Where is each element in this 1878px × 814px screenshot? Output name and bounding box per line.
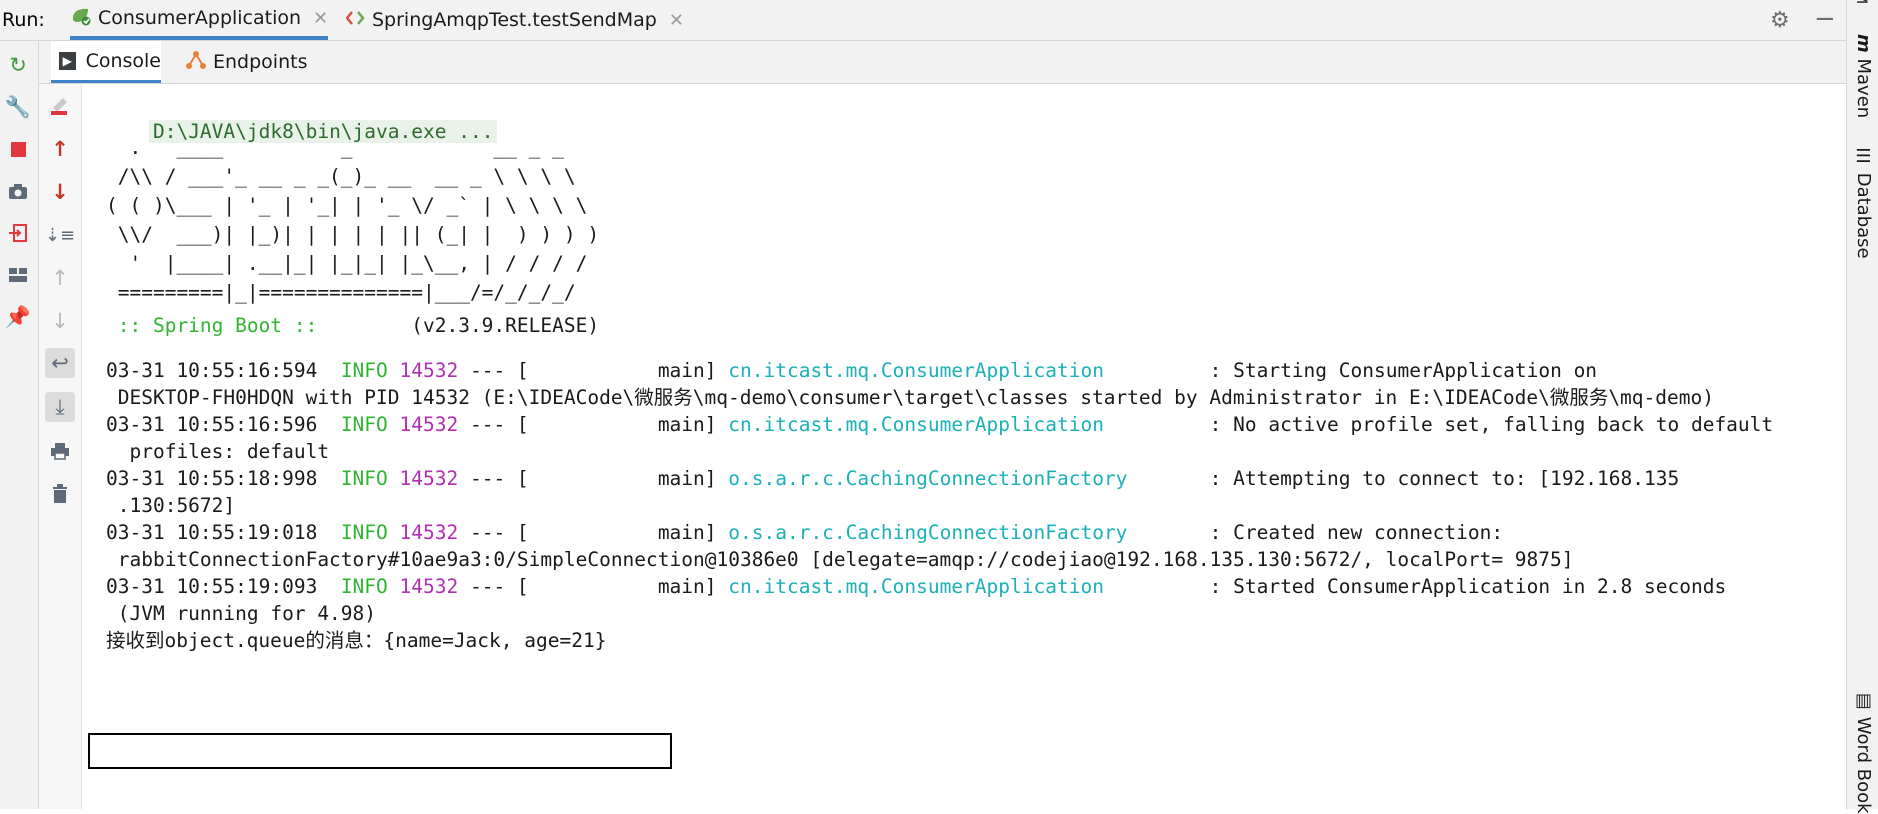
pin-icon[interactable]: 📌 xyxy=(4,303,32,331)
log-thread: --- [ main] xyxy=(458,467,729,490)
wrench-icon[interactable]: 🔧 xyxy=(4,93,32,121)
banner-line: ( ( )\___ | '_ | '_| | '_ \/ _` | \ \ \ … xyxy=(106,194,588,217)
database-label: Database xyxy=(1853,172,1874,259)
log-pad xyxy=(1127,467,1209,490)
tab-consumer-application[interactable]: ConsumerApplication ✕ xyxy=(70,0,329,40)
tab-label: SpringAmqpTest.testSendMap xyxy=(372,9,657,31)
log-message: : Created new connection: xyxy=(1209,521,1504,544)
close-icon[interactable]: ✕ xyxy=(313,8,328,29)
clear-icon[interactable] xyxy=(45,90,75,120)
log-pid: 14532 xyxy=(399,467,459,490)
log-level: INFO xyxy=(340,521,388,544)
soft-wrap-icon[interactable]: ↩ xyxy=(45,348,75,378)
run-label: Run: xyxy=(2,9,45,31)
log-thread: --- [ main] xyxy=(458,413,729,436)
maven-tab[interactable]: m Maven xyxy=(1853,34,1874,118)
log-pad xyxy=(1104,413,1210,436)
tab-label: ConsumerApplication xyxy=(98,7,302,29)
tab-endpoints-label: Endpoints xyxy=(213,51,308,73)
log-pid: 14532 xyxy=(399,575,459,598)
log-pid: 14532 xyxy=(399,521,459,544)
log-thread: --- [ main] xyxy=(458,359,729,382)
tab-console-label: Console xyxy=(85,49,161,72)
maven-icon: m xyxy=(1853,34,1874,53)
arrow-down-icon[interactable]: ↓ xyxy=(45,177,75,207)
run-tool-window-header: Run: ConsumerApplication ✕ SpringAmqpTes… xyxy=(0,0,1846,41)
log-logger: cn.itcast.mq.ConsumerApplication xyxy=(728,575,1104,598)
log-logger: cn.itcast.mq.ConsumerApplication xyxy=(728,413,1104,436)
log-level: INFO xyxy=(340,359,388,382)
print-icon[interactable] xyxy=(45,436,75,466)
log-pad xyxy=(1127,521,1209,544)
scroll-to-end-icon[interactable]: ⤓ xyxy=(45,392,75,422)
log-message: : No active profile set, falling back to… xyxy=(1209,413,1774,436)
spring-boot-icon xyxy=(70,6,92,31)
strip-top-icon: M xyxy=(1853,0,1869,4)
settings-icon[interactable]: ⚙ xyxy=(1770,8,1790,33)
log-logger: o.s.a.r.c.CachingConnectionFactory xyxy=(728,521,1128,544)
banner-line: =========|_|==============|___/=/_/_/_/ xyxy=(106,281,576,304)
trash-icon[interactable] xyxy=(45,479,75,509)
log-line: 03-31 10:55:16:596 INFO 14532 --- [ main… xyxy=(106,409,1773,441)
log-logger: cn.itcast.mq.ConsumerApplication xyxy=(728,359,1104,382)
banner-line: . ____ _ __ _ _ xyxy=(106,136,564,159)
minimize-icon[interactable]: − xyxy=(1814,4,1836,34)
log-timestamp: 03-31 10:55:19:093 xyxy=(106,575,318,598)
command-line: D:\JAVA\jdk8\bin\java.exe ... xyxy=(102,84,498,143)
arrow-down-disabled-icon: ↓ xyxy=(51,309,69,333)
endpoints-icon xyxy=(185,50,207,75)
layout-icon[interactable] xyxy=(4,261,32,289)
log-logger: o.s.a.r.c.CachingConnectionFactory xyxy=(728,467,1128,490)
banner-line: \\/ ___)| |_)| | | | | || (_| | ) ) ) ) xyxy=(106,223,600,246)
log-thread: --- [ main] xyxy=(458,575,729,598)
log-timestamp: 03-31 10:55:16:596 xyxy=(106,413,318,436)
log-level: INFO xyxy=(340,467,388,490)
console-output[interactable]: D:\JAVA\jdk8\bin\java.exe ... . ____ _ _… xyxy=(82,84,1844,809)
log-level: INFO xyxy=(340,575,388,598)
log-message: : Started ConsumerApplication in 2.8 sec… xyxy=(1209,575,1727,598)
spring-boot-version-line: :: Spring Boot :: (v2.3.9.RELEASE) xyxy=(106,310,599,342)
test-icon xyxy=(345,9,366,32)
log-pid: 14532 xyxy=(399,413,459,436)
log-pad xyxy=(1104,359,1210,382)
received-message-line: 接收到object.queue的消息：{name=Jack, age=21} xyxy=(106,629,607,652)
book-icon: ▥ xyxy=(1853,690,1874,711)
console-gutter-toolbar: ↑ ↓ ⇣≡ ↑ ↓ ↩ ⤓ xyxy=(39,84,82,809)
word-book-tab[interactable]: ▥ Word Book xyxy=(1853,690,1874,814)
arrow-up-disabled-icon: ↑ xyxy=(51,266,69,290)
tab-endpoints[interactable]: Endpoints xyxy=(185,41,307,83)
log-message: : Starting ConsumerApplication on xyxy=(1209,359,1598,382)
camera-icon[interactable] xyxy=(4,177,32,205)
rerun-icon[interactable]: ↻ xyxy=(4,51,32,79)
log-pad xyxy=(1104,575,1210,598)
exit-icon[interactable] xyxy=(4,219,32,247)
arrow-up-icon[interactable]: ↑ xyxy=(45,134,75,164)
right-tool-strip: M m Maven ☰ Database ▥ Word Book xyxy=(1846,0,1878,814)
tab-console[interactable]: ▶ Console xyxy=(51,41,161,83)
run-actions-toolbar: ↻ 🔧 📌 xyxy=(0,41,39,809)
spring-boot-version: (v2.3.9.RELEASE) xyxy=(329,314,600,337)
console-tabs: ▶ Console Endpoints xyxy=(39,41,1846,84)
word-book-label: Word Book xyxy=(1853,716,1874,814)
tab-spring-amqp-test[interactable]: SpringAmqpTest.testSendMap ✕ xyxy=(345,0,684,40)
log-message: : Attempting to connect to: [192.168.135 xyxy=(1209,467,1680,490)
maven-label: Maven xyxy=(1853,58,1874,119)
log-timestamp: 03-31 10:55:18:998 xyxy=(106,467,318,490)
console-icon: ▶ xyxy=(59,51,76,70)
database-tab[interactable]: ☰ Database xyxy=(1853,146,1874,259)
spring-boot-label: :: Spring Boot :: xyxy=(106,314,330,337)
log-level: INFO xyxy=(340,413,388,436)
sort-icon[interactable]: ⇣≡ xyxy=(45,220,75,250)
banner-line: ' |____| .__|_| |_|_| |_\__, | / / / / xyxy=(106,252,588,275)
highlight-box xyxy=(88,733,672,769)
log-thread: --- [ main] xyxy=(458,521,729,544)
database-icon: ☰ xyxy=(1853,146,1874,167)
log-line: 03-31 10:55:18:998 INFO 14532 --- [ main… xyxy=(106,463,1679,495)
stop-icon[interactable] xyxy=(4,135,32,163)
close-icon[interactable]: ✕ xyxy=(669,10,684,31)
log-timestamp: 03-31 10:55:19:018 xyxy=(106,521,318,544)
log-timestamp: 03-31 10:55:16:594 xyxy=(106,359,318,382)
banner-line: /\\ / ___'_ __ _ _(_)_ __ __ _ \ \ \ \ xyxy=(106,165,576,188)
log-pid: 14532 xyxy=(399,359,459,382)
